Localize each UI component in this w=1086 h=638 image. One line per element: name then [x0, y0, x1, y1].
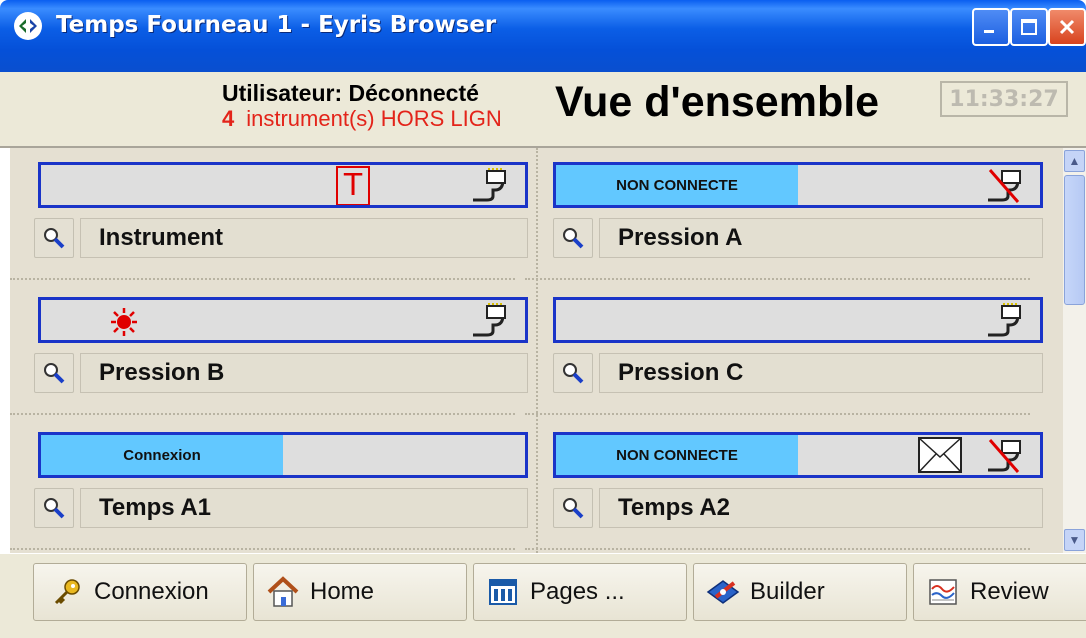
offline-status: 4 instrument(s) HORS LIGN [222, 106, 502, 132]
chevron-up-icon: ▲ [1068, 154, 1081, 168]
close-icon [1059, 19, 1075, 35]
home-label: Home [310, 578, 375, 605]
home-button[interactable]: Home [253, 563, 467, 621]
review-icon [926, 575, 960, 609]
window-titlebar[interactable]: Temps Fourneau 1 - Eyris Browser [0, 0, 1086, 72]
clock: 11:33:27 [940, 81, 1068, 117]
t-icon: T [336, 166, 370, 205]
home-icon [266, 575, 300, 609]
header-bar [0, 72, 1086, 148]
maximize-icon [1021, 19, 1037, 35]
plug-icon [473, 168, 506, 202]
status-bar[interactable]: NON CONNECTE [553, 162, 1043, 208]
instrument-name: Pression A [599, 218, 1043, 258]
instrument-card: T Instrument [10, 148, 528, 280]
builder-button[interactable]: Builder [693, 563, 907, 621]
maximize-button[interactable] [1010, 8, 1048, 46]
instrument-name: Pression C [599, 353, 1043, 393]
scroll-down-button[interactable]: ▼ [1064, 529, 1085, 551]
zoom-button[interactable] [34, 353, 74, 393]
instrument-card: NON CONNECTE Pression A [525, 148, 1043, 280]
zoom-button[interactable] [553, 218, 593, 258]
status-bar[interactable] [553, 297, 1043, 343]
review-label: Review [970, 578, 1049, 605]
close-button[interactable] [1048, 8, 1086, 46]
magnifier-icon [44, 228, 65, 249]
status-bar[interactable]: T [38, 162, 528, 208]
disconnected-plug-icon [988, 169, 1021, 203]
pages-label: Pages ... [530, 578, 625, 605]
envelope-icon [918, 437, 962, 473]
instrument-name: Temps A2 [599, 488, 1043, 528]
column-divider [536, 148, 540, 553]
magnifier-icon [44, 498, 65, 519]
scroll-up-button[interactable]: ▲ [1064, 150, 1085, 172]
chevron-down-icon: ▼ [1068, 533, 1081, 547]
offline-count: 4 [222, 106, 235, 131]
magnifier-icon [563, 363, 584, 384]
pages-button[interactable]: Pages ... [473, 563, 687, 621]
disconnected-plug-icon [988, 439, 1021, 473]
pages-icon [486, 575, 520, 609]
plug-icon [473, 303, 506, 337]
scroll-thumb[interactable] [1064, 175, 1085, 305]
minimize-button[interactable] [972, 8, 1010, 46]
plug-icon [988, 303, 1021, 337]
instrument-card: Pression B [10, 283, 528, 415]
app-icon [14, 12, 42, 40]
status-bar[interactable]: Connexion [38, 432, 528, 478]
offline-text: instrument(s) HORS LIGN [246, 106, 502, 131]
magnifier-icon [563, 228, 584, 249]
minimize-icon [984, 30, 994, 33]
instrument-card: Pression C [525, 283, 1043, 415]
instrument-card: Connexion Temps A1 [10, 418, 528, 550]
status-label: Connexion [123, 446, 201, 464]
connexion-label: Connexion [94, 578, 209, 605]
user-status: Utilisateur: Déconnecté [222, 80, 479, 106]
instrument-card: NON CONNECTE Temps A2 [525, 418, 1043, 550]
builder-label: Builder [750, 578, 825, 605]
page-title: Vue d'ensemble [555, 78, 880, 126]
magnifier-icon [563, 498, 584, 519]
key-icon [50, 575, 84, 609]
status-label: NON CONNECTE [616, 176, 738, 194]
magnifier-icon [44, 363, 65, 384]
instrument-grid: T Instrument NON CONNECTE Pression A Pre… [10, 148, 1063, 553]
alarm-icon [111, 308, 137, 336]
zoom-button[interactable] [553, 353, 593, 393]
status-bar[interactable]: NON CONNECTE [553, 432, 1043, 478]
zoom-button[interactable] [553, 488, 593, 528]
connexion-button[interactable]: Connexion [33, 563, 247, 621]
instrument-name: Temps A1 [80, 488, 528, 528]
builder-icon [706, 575, 740, 609]
window-title: Temps Fourneau 1 - Eyris Browser [56, 12, 497, 38]
review-button[interactable]: Review [913, 563, 1086, 621]
status-bar[interactable] [38, 297, 528, 343]
status-label: NON CONNECTE [616, 446, 738, 464]
zoom-button[interactable] [34, 488, 74, 528]
zoom-button[interactable] [34, 218, 74, 258]
instrument-name: Pression B [80, 353, 528, 393]
instrument-name: Instrument [80, 218, 528, 258]
